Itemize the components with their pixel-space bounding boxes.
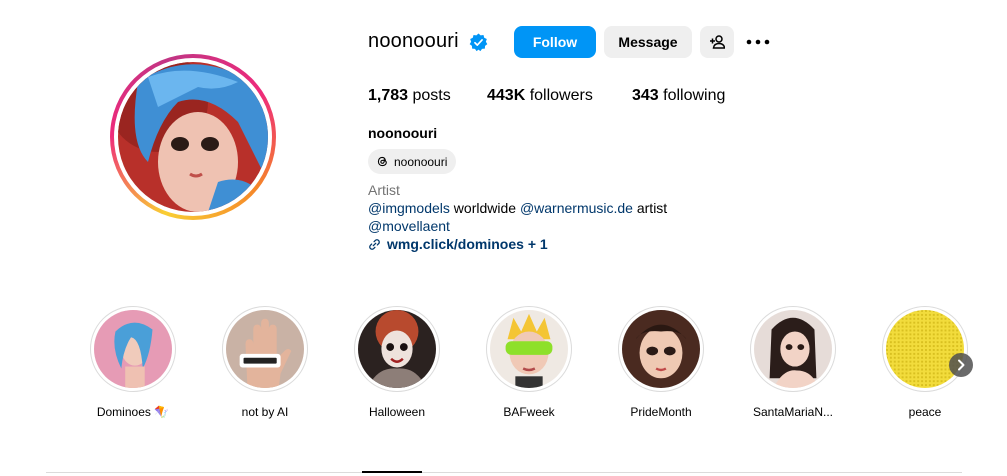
story-highlight[interactable]: PrideMonth — [617, 306, 705, 419]
posts-stat: 1,783 posts — [368, 87, 451, 105]
profile-username: noonoouri — [368, 30, 459, 52]
avatar-image — [118, 62, 268, 212]
threads-icon — [377, 156, 387, 167]
following-label: following — [658, 87, 726, 104]
chevron-right-icon — [958, 359, 965, 371]
highlight-cover-image — [358, 310, 436, 388]
message-button[interactable]: Message — [604, 26, 692, 58]
highlight-label: Halloween — [368, 405, 426, 419]
highlight-ring — [618, 306, 704, 392]
story-highlight[interactable]: not by AI — [221, 306, 309, 419]
follow-button[interactable]: Follow — [514, 26, 596, 58]
profile-avatar[interactable] — [110, 54, 276, 220]
bio-line-2: @movellaent — [368, 218, 450, 234]
highlight-cover — [226, 310, 304, 388]
highlight-cover-image — [94, 310, 172, 388]
highlight-cover — [622, 310, 700, 388]
add-person-icon — [710, 35, 725, 49]
active-tab-indicator — [362, 471, 422, 473]
highlight-ring — [882, 306, 968, 392]
threads-badge[interactable]: noonoouri — [368, 149, 456, 174]
highlight-cover-image — [886, 310, 964, 388]
posts-label: posts — [408, 87, 451, 104]
profile-full-name: noonoouri — [368, 125, 438, 141]
highlight-ring — [354, 306, 440, 392]
highlight-ring — [486, 306, 572, 392]
highlight-cover-image — [226, 310, 304, 388]
highlight-label: not by AI — [241, 405, 289, 419]
highlight-cover — [358, 310, 436, 388]
highlight-cover — [490, 310, 568, 388]
story-highlight[interactable]: Dominoes 🪁 — [89, 306, 177, 419]
highlight-ring — [222, 306, 308, 392]
followers-label: followers — [525, 87, 593, 104]
threads-handle: noonoouri — [394, 154, 448, 169]
mention-link[interactable]: @warnermusic.de — [520, 200, 633, 216]
mention-link[interactable]: @imgmodels — [368, 200, 450, 216]
external-link-text: wmg.click/dominoes + 1 — [387, 236, 548, 252]
highlight-cover — [754, 310, 832, 388]
external-link[interactable]: wmg.click/dominoes + 1 — [368, 236, 548, 252]
bio-text: artist — [632, 200, 668, 216]
suggested-accounts-button[interactable] — [700, 26, 734, 58]
highlight-label: BAFweek — [503, 405, 555, 419]
verified-badge-icon — [469, 33, 488, 52]
avatar-border — [114, 58, 272, 216]
story-highlight[interactable]: SantaMariaN... — [749, 306, 837, 419]
highlight-label: PrideMonth — [630, 405, 692, 419]
bio-line-1: @imgmodels worldwide @warnermusic.de art… — [368, 200, 667, 216]
mention-link[interactable]: @movellaent — [368, 218, 450, 234]
more-options-icon[interactable] — [746, 34, 770, 50]
highlight-cover — [886, 310, 964, 388]
highlight-cover-image — [490, 310, 568, 388]
followers-count: 443K — [487, 87, 526, 104]
highlight-ring — [90, 306, 176, 392]
posts-count: 1,783 — [368, 87, 409, 104]
story-highlight[interactable]: BAFweek — [485, 306, 573, 419]
tabs-divider — [46, 472, 962, 473]
highlight-label: peace — [908, 405, 942, 419]
highlights-next-button[interactable] — [949, 353, 973, 377]
followers-stat[interactable]: 443K followers — [487, 87, 593, 105]
highlight-label: Dominoes 🪁 — [96, 405, 170, 419]
following-stat[interactable]: 343 following — [632, 87, 725, 105]
bio-text: worldwide — [449, 200, 520, 216]
highlight-label: SantaMariaN... — [752, 405, 834, 419]
avatar-illustration — [118, 62, 268, 212]
highlight-cover-image — [754, 310, 832, 388]
highlight-ring — [750, 306, 836, 392]
highlight-cover — [94, 310, 172, 388]
profile-category: Artist — [368, 182, 400, 198]
link-icon — [369, 238, 380, 250]
highlight-cover-image — [622, 310, 700, 388]
following-count: 343 — [632, 87, 659, 104]
story-highlight[interactable]: Halloween — [353, 306, 441, 419]
